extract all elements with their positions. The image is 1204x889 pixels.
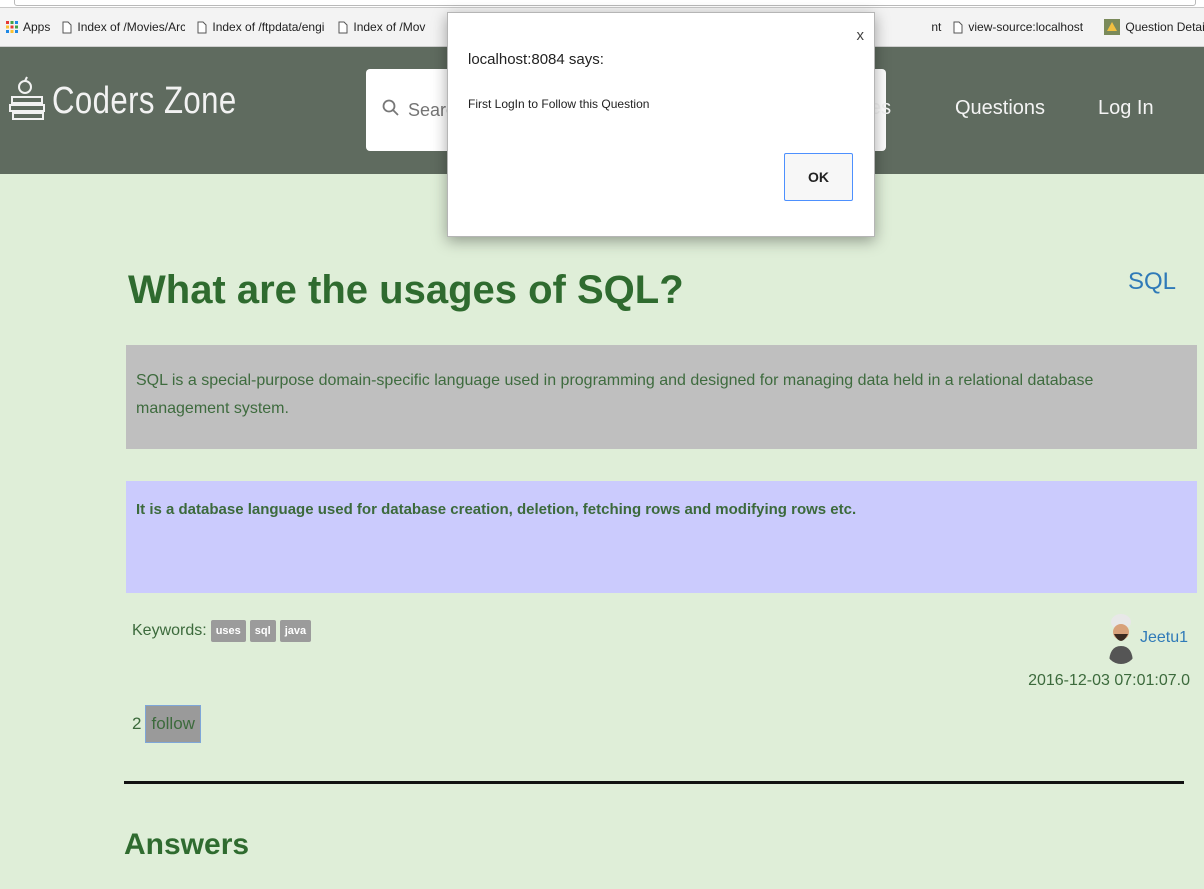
keywords-label: Keywords: [132,622,207,639]
bookmark-label: Index of /ftpdata/engi [212,20,325,34]
bookmark-item[interactable]: view-source:localhost [947,15,1098,39]
bookmark-item[interactable]: Question Details [1098,15,1204,39]
bookmark-label: Apps [23,20,51,34]
keyword-tag[interactable]: java [279,620,312,642]
question-title: What are the usages of SQL? [128,268,684,312]
author-name[interactable]: Jeetu1 [1140,629,1188,647]
answers-heading: Answers [124,828,250,861]
bookmark-label: Index of /Mov [353,20,426,34]
bookmark-label: nt [931,20,942,34]
dialog-message: First LogIn to Follow this Question [468,97,650,111]
bookmark-item[interactable]: nt [925,15,947,39]
bookmark-label: Question Details [1125,20,1204,34]
bookmark-item[interactable]: Index of /ftpdata/engi [191,15,332,39]
bookmark-item[interactable]: Index of /Movies/Arch [56,15,191,39]
keyword-tag[interactable]: sql [249,620,276,642]
page-icon [953,21,963,34]
brand-logo[interactable]: Coders Zone [8,75,277,128]
avatar [1105,612,1136,664]
address-bar-edge [0,0,1204,8]
ok-button[interactable]: OK [784,153,853,201]
page-icon [62,21,72,34]
question-answer-preview: It is a database language used for datab… [126,481,1197,593]
follow-count: 2 [132,714,142,733]
section-divider [124,781,1184,784]
apps-grid-icon [6,21,18,33]
post-date: 2016-12-03 07:01:07.0 [1028,672,1190,689]
alert-dialog: localhost:8084 says: x First LogIn to Fo… [447,12,875,237]
bookmark-label: view-source:localhost [968,20,1084,34]
bookmark-item[interactable]: Index of /Mov [332,15,433,39]
follow-button[interactable]: follow [145,705,201,743]
keywords-row: Keywords: uses sql java [132,620,312,642]
follow-row: 2 follow [132,705,201,743]
address-bar[interactable] [14,0,1196,6]
dialog-title: localhost:8084 says: [468,51,604,68]
page-icon [197,21,207,34]
nav-link-questions[interactable]: Questions [955,97,1045,120]
brand-name: Coders Zone [52,80,237,122]
bookmark-apps[interactable]: Apps [0,15,56,39]
close-icon[interactable]: x [857,27,865,44]
question-description: SQL is a special-purpose domain-specific… [126,345,1197,449]
keyword-tag[interactable]: uses [210,620,246,642]
search-icon [382,99,400,122]
nav-link-login[interactable]: Log In [1098,97,1154,120]
favicon-icon [1104,19,1121,35]
page-icon [338,21,348,34]
bookmark-label: Index of /Movies/Arch [77,20,186,34]
books-apple-icon [8,75,48,128]
author-info[interactable]: Jeetu1 [1105,612,1188,664]
question-category-link[interactable]: SQL [1128,268,1176,296]
